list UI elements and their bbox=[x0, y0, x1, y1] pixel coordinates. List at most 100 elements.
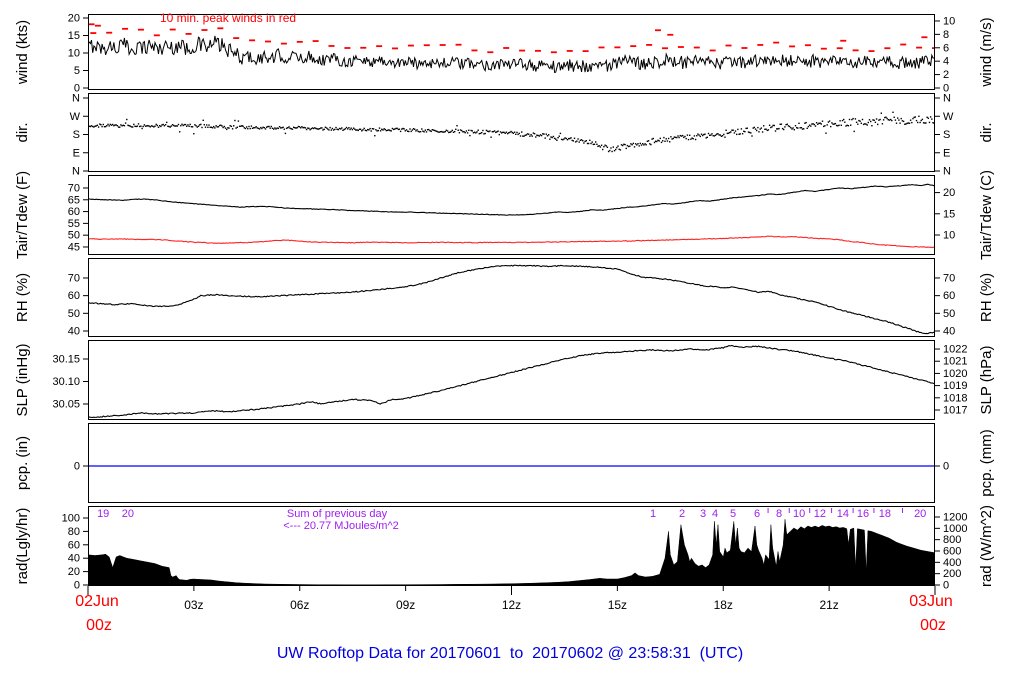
wind-direction-dot bbox=[639, 142, 641, 145]
wind-direction-dot bbox=[123, 125, 126, 127]
pcp-ytick-label-right: 0 bbox=[943, 461, 949, 473]
wind-direction-dot bbox=[571, 139, 573, 142]
wind-direction-dot bbox=[106, 125, 108, 127]
wind-direction-dot bbox=[733, 132, 736, 134]
wind-direction-dot bbox=[575, 141, 577, 143]
wind-direction-dot bbox=[497, 130, 499, 132]
wind-direction-dot bbox=[483, 133, 485, 135]
wind-direction-dot bbox=[683, 136, 685, 139]
wind-direction-dot bbox=[835, 124, 838, 127]
wind-direction-dot bbox=[153, 126, 155, 128]
wind-direction-dot bbox=[240, 125, 242, 127]
wind-direction-dot bbox=[662, 140, 664, 142]
wind-direction-dot bbox=[724, 136, 726, 138]
wind-direction-dot bbox=[265, 126, 268, 128]
wind-direction-dot bbox=[448, 131, 450, 134]
wind-direction-dot bbox=[242, 125, 244, 127]
wind-direction-dot bbox=[899, 122, 901, 124]
wind-direction-dot bbox=[522, 135, 524, 137]
rad-ytick-label-right: 800 bbox=[943, 534, 961, 546]
wind-direction-dot bbox=[277, 127, 280, 130]
wind-direction-dot bbox=[110, 124, 113, 126]
wind-direction-dot bbox=[430, 130, 432, 133]
wind-direction-dot bbox=[385, 129, 388, 132]
wind-direction-dot bbox=[780, 123, 783, 125]
wind-direction-dot bbox=[745, 127, 747, 130]
wind-direction-dot bbox=[445, 129, 448, 131]
temp-ytick-label-left: 55 bbox=[68, 218, 80, 230]
wind-direction-dot bbox=[484, 132, 486, 135]
wind-direction-dot bbox=[631, 144, 633, 146]
wind-direction-dot bbox=[543, 133, 545, 135]
wind-direction-dot bbox=[95, 125, 97, 127]
wind-direction-dot bbox=[512, 132, 515, 134]
wind-direction-dot bbox=[600, 144, 603, 146]
wind-direction-dot bbox=[251, 127, 254, 129]
wind-direction-dot bbox=[678, 136, 680, 139]
wind-direction-dot bbox=[917, 121, 919, 124]
wind-direction-dot bbox=[926, 116, 928, 118]
wind-direction-dot bbox=[606, 146, 609, 148]
dir-ytick-label-right: N bbox=[943, 166, 951, 178]
wind-direction-dot bbox=[756, 129, 758, 132]
wind-direction-dot bbox=[807, 125, 810, 128]
wind-direction-dot bbox=[663, 136, 665, 139]
wind-direction-dot bbox=[846, 124, 848, 126]
dir-ytick-label-left: E bbox=[73, 147, 80, 159]
wind-direction-dot bbox=[92, 125, 94, 128]
temp-ytick-label-right: 20 bbox=[943, 187, 955, 199]
wind-direction-dot bbox=[727, 132, 730, 134]
wind-direction-dot bbox=[732, 129, 734, 131]
wind-direction-dot bbox=[726, 132, 728, 135]
wind-direction-dot bbox=[349, 128, 351, 131]
wind-direction-dot bbox=[929, 116, 932, 118]
wind-direction-dot bbox=[880, 112, 882, 114]
wind-direction-dot bbox=[296, 127, 298, 129]
wind-direction-dot bbox=[452, 131, 455, 133]
wind-direction-dot bbox=[362, 129, 364, 131]
wind-direction-dot bbox=[376, 130, 378, 132]
wind-ytick-label-right: 2 bbox=[943, 69, 949, 81]
wind-direction-dot bbox=[187, 124, 189, 126]
wind-direction-dot bbox=[237, 120, 240, 122]
wind-direction-dot bbox=[378, 127, 381, 129]
wind-direction-dot bbox=[198, 124, 201, 126]
ylabel-left-slp: SLP (inHg) bbox=[14, 343, 31, 416]
wind-direction-dot bbox=[673, 136, 676, 138]
wind-direction-dot bbox=[337, 128, 339, 131]
slp-panel-frame bbox=[88, 340, 935, 420]
rad-series-group bbox=[88, 519, 935, 586]
wind-direction-dot bbox=[466, 132, 469, 134]
wind-direction-dot bbox=[214, 127, 216, 129]
wind-direction-dot bbox=[597, 145, 599, 147]
wind-direction-dot bbox=[592, 143, 594, 146]
dir-ytick-label-right: E bbox=[943, 147, 950, 159]
wind-direction-dot bbox=[144, 125, 147, 127]
wind-direction-dot bbox=[154, 125, 156, 127]
wind-direction-dot bbox=[250, 125, 253, 127]
wind-direction-dot bbox=[770, 126, 772, 129]
ylabel-left-rh: RH (%) bbox=[14, 273, 31, 322]
wind-direction-dot bbox=[603, 146, 605, 148]
wind-direction-dot bbox=[551, 136, 553, 139]
wind-direction-dot bbox=[119, 126, 121, 128]
wind-direction-dot bbox=[458, 132, 461, 134]
wind-direction-dot bbox=[609, 149, 611, 152]
wind-direction-dot bbox=[318, 128, 321, 130]
wind-direction-dot bbox=[712, 135, 714, 137]
wind-direction-dot bbox=[894, 119, 897, 121]
air-temperature-series bbox=[88, 183, 935, 216]
wind-direction-dot bbox=[204, 126, 207, 128]
ylabel-right-pcp: pcp. (mm) bbox=[978, 429, 995, 497]
wind-direction-dot bbox=[569, 137, 571, 140]
wind-direction-dot bbox=[120, 124, 122, 126]
wind-direction-dot bbox=[774, 130, 777, 132]
rad-ytick-label-right: 200 bbox=[943, 568, 961, 580]
wind-direction-dot bbox=[314, 127, 316, 129]
wind-direction-dot bbox=[879, 118, 881, 121]
dir-ytick-label-left: N bbox=[72, 93, 80, 105]
wind-direction-dot bbox=[605, 145, 607, 147]
wind-direction-dot bbox=[359, 128, 362, 130]
wind-direction-dot bbox=[473, 131, 476, 133]
wind-direction-dot bbox=[372, 128, 375, 130]
